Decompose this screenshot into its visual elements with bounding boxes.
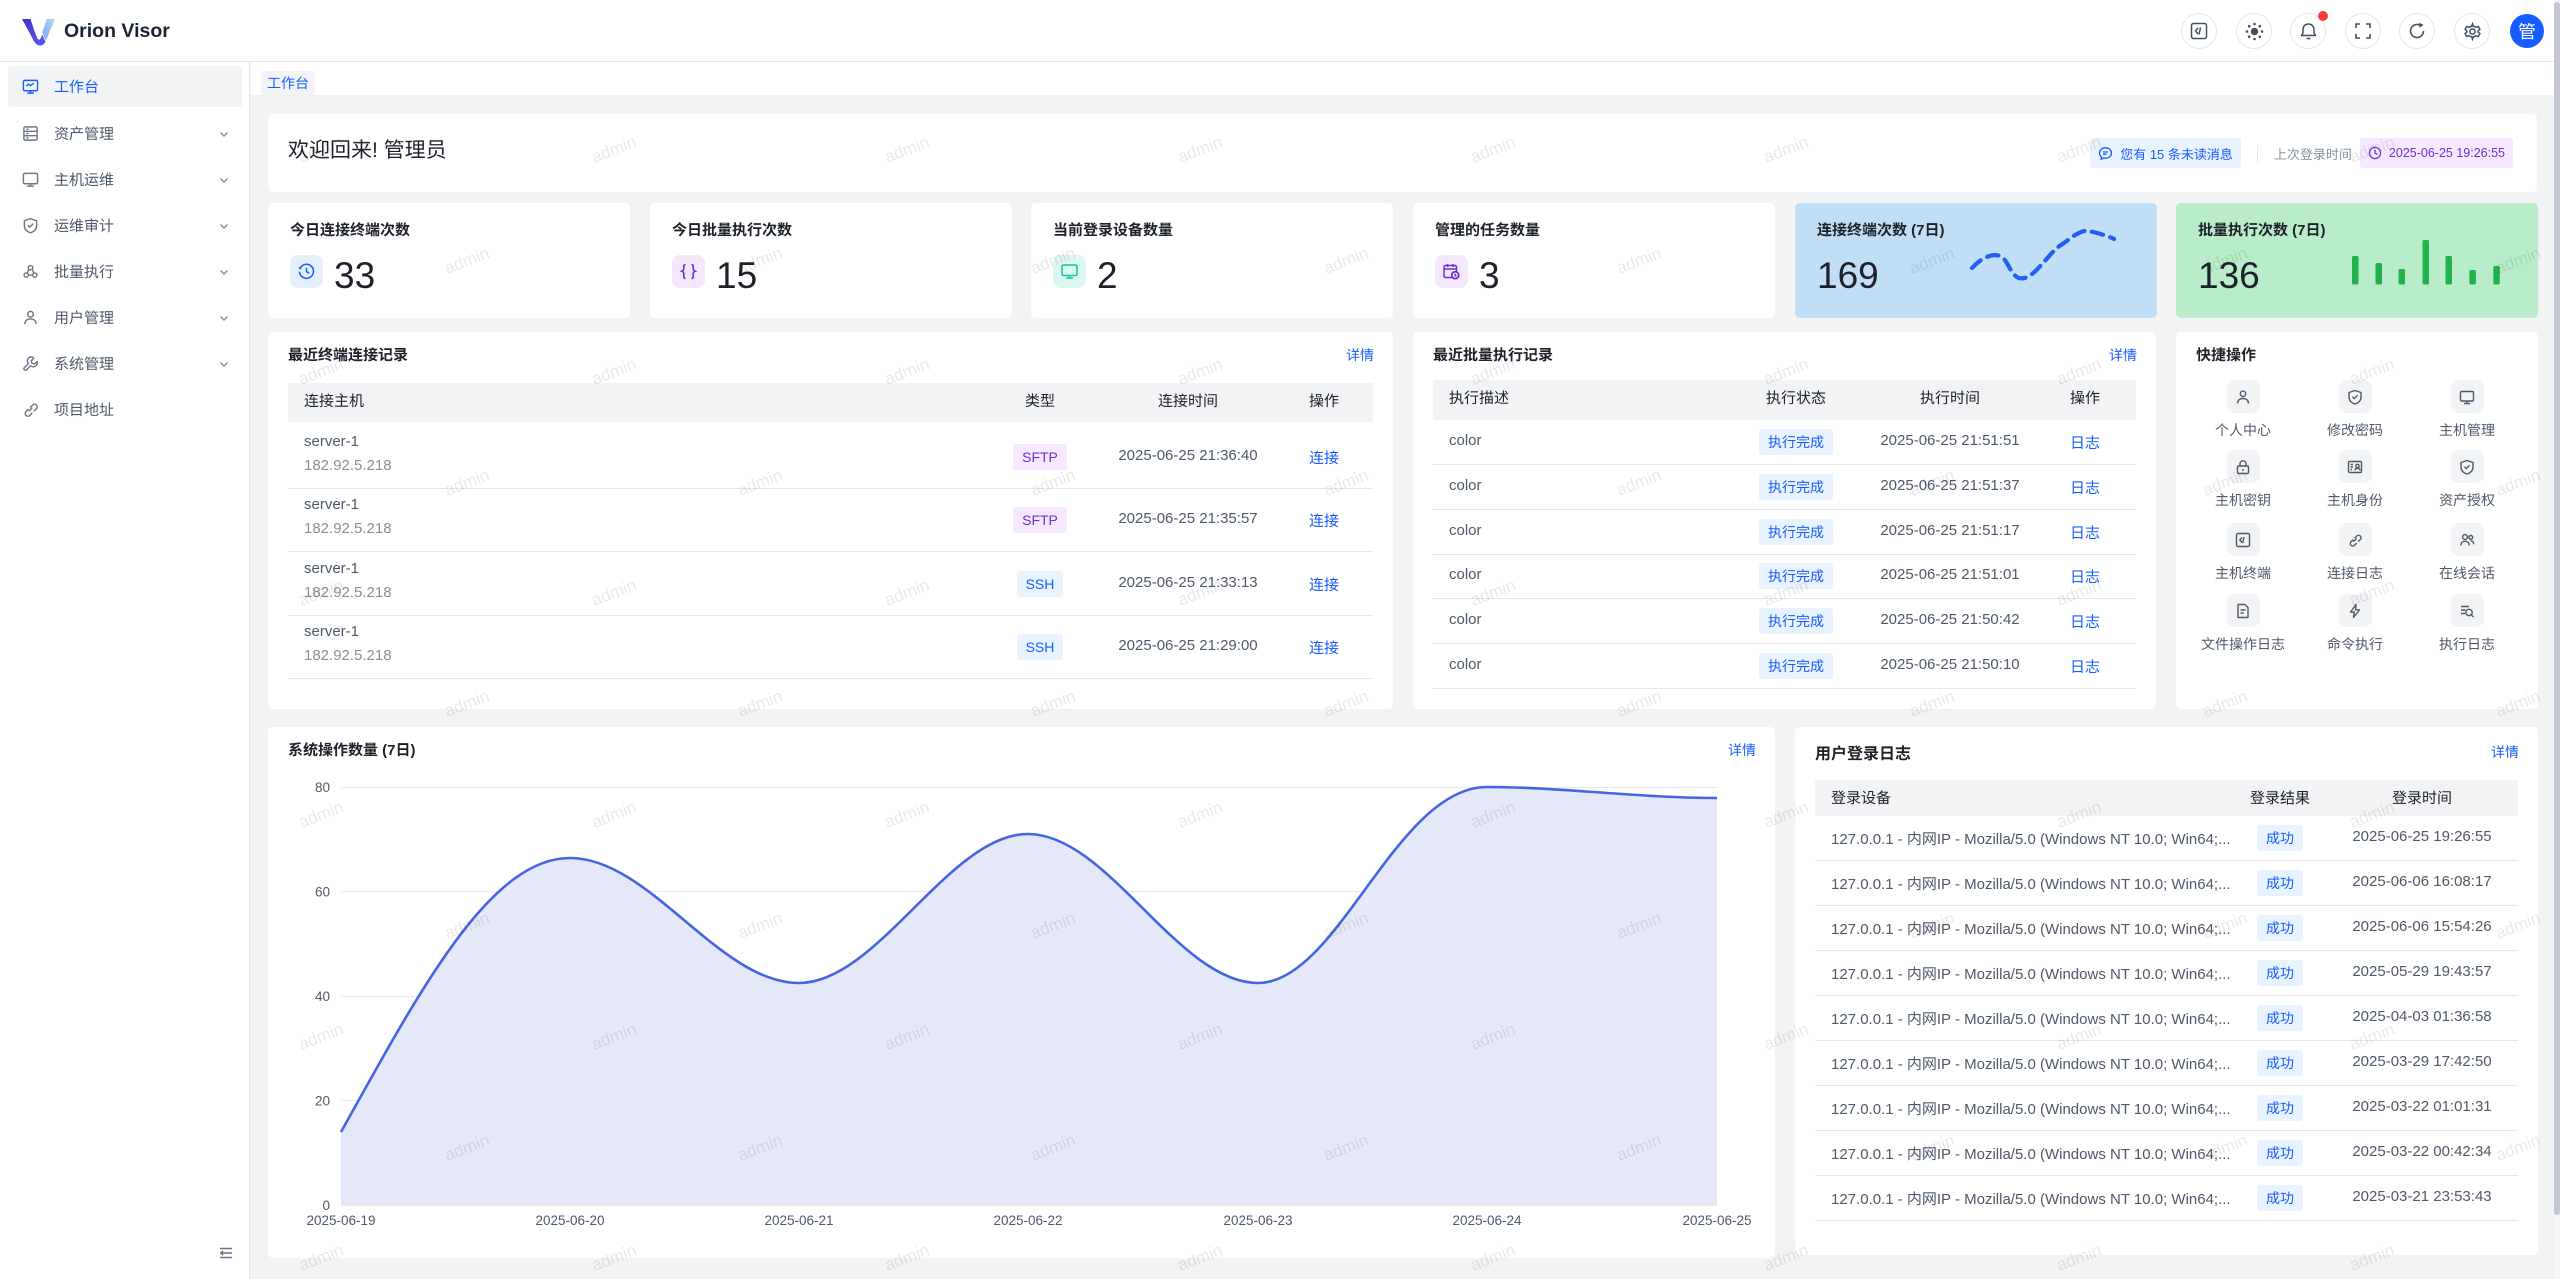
svg-text:60: 60 [315,885,330,900]
svg-text:2025-06-25: 2025-06-25 [1682,1213,1751,1228]
svg-text:0: 0 [322,1198,330,1213]
svg-text:2025-06-20: 2025-06-20 [535,1213,604,1228]
svg-text:20: 20 [315,1094,330,1109]
svg-text:80: 80 [315,780,330,795]
svg-text:2025-06-19: 2025-06-19 [306,1213,375,1228]
svg-text:2025-06-22: 2025-06-22 [993,1213,1062,1228]
svg-text:40: 40 [315,989,330,1004]
svg-text:2025-06-24: 2025-06-24 [1452,1213,1522,1228]
svg-text:2025-06-21: 2025-06-21 [764,1213,833,1228]
svg-text:2025-06-23: 2025-06-23 [1223,1213,1292,1228]
